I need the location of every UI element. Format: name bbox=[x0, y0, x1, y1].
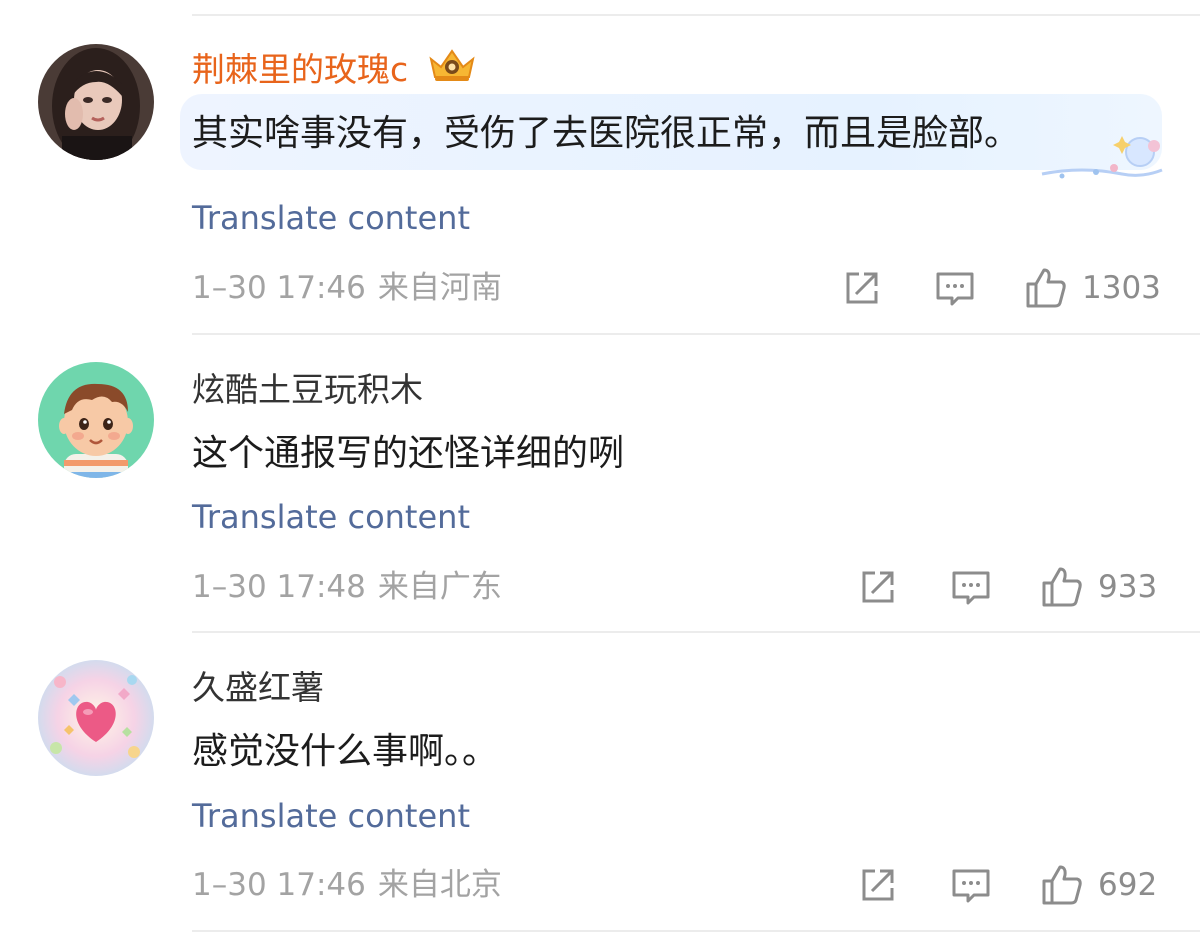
like-button[interactable]: 933 bbox=[1040, 565, 1157, 609]
comment-time: 1–30 17:46 bbox=[192, 867, 366, 903]
comment-button[interactable] bbox=[950, 865, 992, 907]
comment-location: 来自北京 bbox=[377, 867, 502, 903]
translate-link[interactable]: Translate content bbox=[192, 796, 470, 836]
comment-item: 荆棘里的玫瑰c 其实啥事没有，受伤了去医院很正常，而且是脸部。 Translat… bbox=[0, 0, 1200, 334]
avatar[interactable] bbox=[38, 44, 154, 160]
comment-button[interactable] bbox=[934, 268, 976, 310]
comment-location: 来自广东 bbox=[377, 569, 502, 605]
comment-icon bbox=[936, 272, 974, 306]
translate-link[interactable]: Translate content bbox=[192, 198, 470, 238]
comment-meta: 1–30 17:48 来自广东 bbox=[192, 567, 502, 607]
avatar[interactable] bbox=[38, 362, 154, 478]
like-count: 692 bbox=[1098, 867, 1158, 903]
comment-text: 其实啥事没有，受伤了去医院很正常，而且是脸部。 bbox=[192, 113, 1021, 154]
like-count: 1303 bbox=[1082, 270, 1161, 306]
comment-text: 这个通报写的还怪详细的咧 bbox=[192, 433, 625, 474]
avatar[interactable] bbox=[38, 660, 154, 776]
divider bbox=[192, 930, 1200, 932]
comment-icon bbox=[952, 869, 990, 903]
share-button[interactable] bbox=[858, 865, 898, 905]
comment-text: 感觉没什么事啊。。 bbox=[192, 731, 499, 772]
comment-meta: 1–30 17:46 来自河南 bbox=[192, 268, 502, 308]
like-icon bbox=[1026, 268, 1066, 308]
comment-list: 荆棘里的玫瑰c 其实啥事没有，受伤了去医院很正常，而且是脸部。 Translat… bbox=[0, 0, 1200, 944]
comment-time: 1–30 17:48 bbox=[192, 569, 366, 605]
vip-crown-icon bbox=[427, 45, 477, 92]
like-icon bbox=[1042, 567, 1082, 607]
like-icon bbox=[1042, 865, 1082, 905]
comment-icon bbox=[952, 571, 990, 605]
share-icon bbox=[862, 869, 894, 901]
like-button[interactable]: 692 bbox=[1040, 863, 1157, 907]
share-button[interactable] bbox=[842, 268, 882, 308]
comment-item: 炫酷土豆玩积木 这个通报写的还怪详细的咧 Translate content 1… bbox=[0, 334, 1200, 632]
username-text: 荆棘里的玫瑰c bbox=[192, 50, 409, 89]
comment-location: 来自河南 bbox=[377, 270, 502, 306]
comment-button[interactable] bbox=[950, 567, 992, 609]
translate-link[interactable]: Translate content bbox=[192, 497, 470, 537]
username[interactable]: 荆棘里的玫瑰c bbox=[192, 49, 477, 92]
comment-meta: 1–30 17:46 来自北京 bbox=[192, 865, 502, 905]
username[interactable]: 久盛红薯 bbox=[192, 668, 324, 708]
comment-time: 1–30 17:46 bbox=[192, 270, 366, 306]
like-button[interactable]: 1303 bbox=[1024, 266, 1161, 310]
bubble-decoration-icon bbox=[1041, 136, 1163, 179]
share-icon bbox=[862, 571, 894, 603]
comment-item: 久盛红薯 感觉没什么事啊。。 Translate content 1–30 17… bbox=[0, 632, 1200, 932]
username[interactable]: 炫酷土豆玩积木 bbox=[192, 370, 423, 410]
share-icon bbox=[846, 272, 878, 304]
share-button[interactable] bbox=[858, 567, 898, 607]
like-count: 933 bbox=[1098, 569, 1158, 605]
